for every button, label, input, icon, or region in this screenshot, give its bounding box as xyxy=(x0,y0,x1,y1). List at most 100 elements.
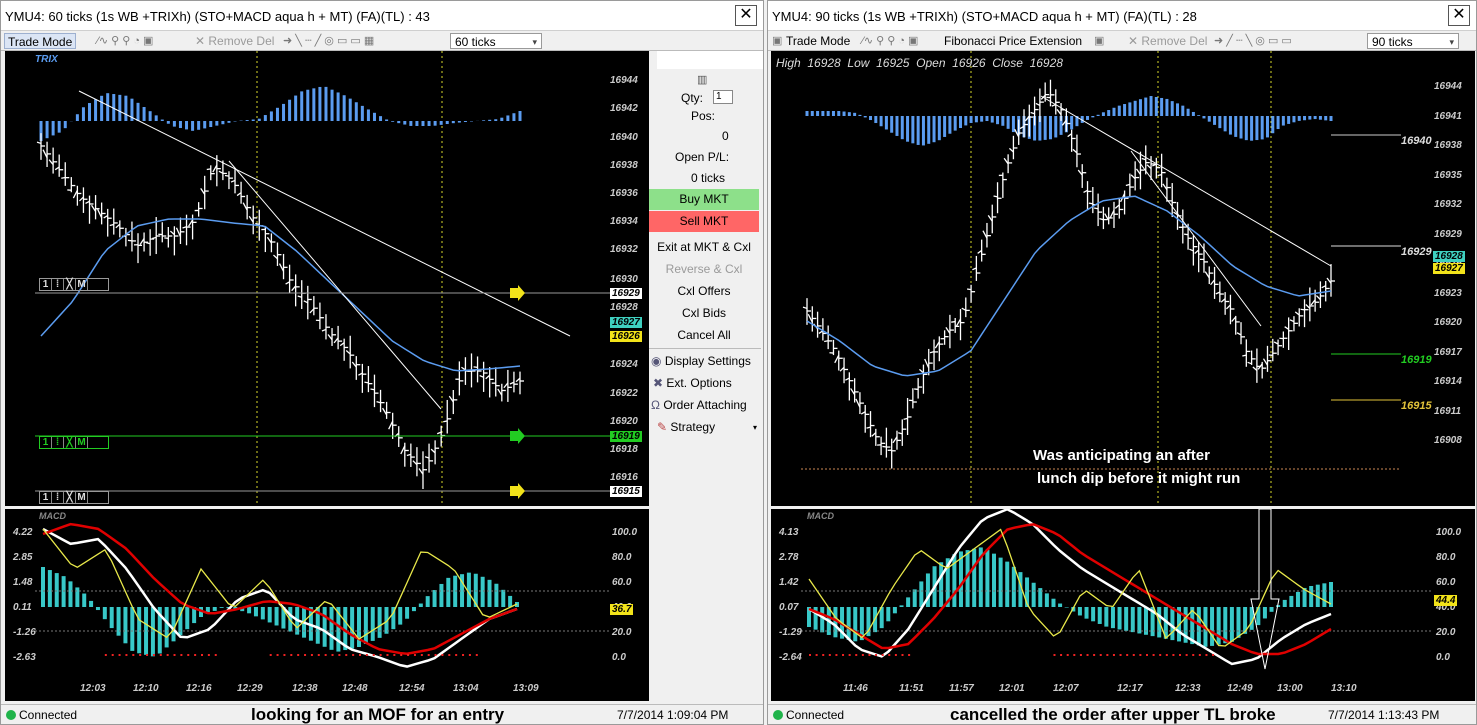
cursor-icon[interactable]: ▣ xyxy=(772,33,782,49)
interval-value: 90 ticks xyxy=(1372,35,1413,49)
buy-market-button[interactable]: Buy MKT xyxy=(649,189,759,210)
order-row[interactable]: 1 ⁞ ╳ M xyxy=(39,491,109,504)
signal-dot xyxy=(1079,654,1082,656)
signal-dot xyxy=(1185,654,1188,656)
interval-select[interactable]: 90 ticks ▾ xyxy=(1367,33,1459,49)
time-tick-label: 11:57 xyxy=(949,683,974,694)
signal-dot xyxy=(842,654,845,656)
signal-dot xyxy=(881,654,884,656)
osc-readout-tag: 44.4 xyxy=(1434,595,1458,606)
trix-histogram-bar xyxy=(1207,116,1211,122)
right-price-chart[interactable]: High 16928 Low 16925 Open 16926 Close 16… xyxy=(771,51,1475,506)
drawing-tools-icon[interactable]: ⁄∿ ⚲ ⚲ ◔ ▣ xyxy=(862,33,918,49)
snap-icon[interactable]: ▣ xyxy=(1094,33,1104,49)
line-tools-icon[interactable]: ➜ ╱ ┄ ╲ ◎ ▭ ▭ xyxy=(1214,33,1292,49)
order-row[interactable]: 1 ⁞ ╳ M xyxy=(39,436,109,449)
trade-mode-button[interactable]: Trade Mode xyxy=(4,33,77,49)
signal-dot xyxy=(372,654,375,656)
right-close-button[interactable]: ✕ xyxy=(1448,5,1470,26)
trix-histogram-bar xyxy=(57,121,61,133)
order-row[interactable]: 1 ⁞ ╳ M xyxy=(39,278,109,291)
signal-dot xyxy=(214,654,217,656)
signal-dot xyxy=(1119,654,1122,656)
signal-dot xyxy=(393,654,396,656)
order-arrow-icon xyxy=(510,483,525,499)
trix-histogram-bar xyxy=(185,121,189,130)
drawing-tools-icon[interactable]: ⁄∿ ⚲ ⚲ ◔ ▣ xyxy=(97,33,153,49)
cancel-bids-button[interactable]: Cxl Bids xyxy=(649,303,759,324)
signal-dot xyxy=(1152,654,1155,656)
signal-dot xyxy=(901,654,904,656)
price-tick-label: 16932 xyxy=(610,244,638,255)
price-tick-label: 16911 xyxy=(1434,405,1462,417)
ext-options-label: Ext. Options xyxy=(666,376,732,390)
macd-histogram-bar xyxy=(985,549,990,607)
macd-histogram-bar xyxy=(267,607,272,623)
trix-histogram-bar xyxy=(51,121,55,136)
trix-histogram-bar xyxy=(482,120,486,121)
open-label: Open xyxy=(916,56,946,70)
trendline xyxy=(78,90,571,337)
trix-histogram-bar xyxy=(1054,116,1058,138)
trendline xyxy=(1130,150,1262,327)
signal-dot xyxy=(290,654,293,656)
stochastic-line xyxy=(42,528,518,640)
trix-histogram-bar xyxy=(379,116,383,121)
remove-del-button[interactable]: ✕ Remove Del xyxy=(195,33,274,49)
left-toolbar: Trade Mode ⁄∿ ⚲ ⚲ ◔ ▣ ✕ Remove Del ➜ ╲ ┄… xyxy=(1,31,763,51)
signal-dot xyxy=(455,654,458,656)
trix-histogram-bar xyxy=(427,121,431,126)
left-status-bar: Connected looking for an MOF for an entr… xyxy=(1,704,763,724)
trix-histogram-bar xyxy=(221,121,225,125)
right-macd-chart[interactable]: MACD 4.13 2.78 1.42 0.07 -1.29 -2.64 100.0 80.0… xyxy=(771,509,1475,679)
strategy-button[interactable]: ✎ Strategy ▾ xyxy=(649,417,759,438)
reverse-cancel-button[interactable]: Reverse & Cxl xyxy=(649,259,759,280)
order-arrow-icon xyxy=(510,428,525,444)
fib-level-label: 16929 xyxy=(1401,246,1432,258)
ext-options-button[interactable]: ✖ Ext. Options xyxy=(649,373,759,394)
signal-dot xyxy=(828,654,831,656)
trix-histogram-bar xyxy=(1239,116,1243,139)
trix-histogram-bar xyxy=(1176,103,1180,116)
macd-histogram-bar xyxy=(212,607,217,611)
price-bar xyxy=(966,288,972,291)
cancel-all-button[interactable]: Cancel All xyxy=(649,325,759,346)
remove-del-button[interactable]: ✕ Remove Del xyxy=(1128,33,1207,49)
cancel-offers-button[interactable]: Cxl Offers xyxy=(649,281,759,302)
display-settings-button[interactable]: ◉ Display Settings xyxy=(649,351,759,372)
right-price-plot xyxy=(801,51,1401,506)
qty-stepper[interactable]: 1 xyxy=(713,90,733,104)
price-bar xyxy=(255,222,260,226)
time-tick-label: 12:16 xyxy=(186,683,212,694)
trix-histogram-bar xyxy=(1287,116,1291,124)
signal-dot xyxy=(180,654,183,656)
osc-left-tick: 0.11 xyxy=(13,602,32,613)
line-tools-icon[interactable]: ➜ ╲ ┄ ╱ ◎ ▭ ▭ ▦ xyxy=(283,33,374,49)
trix-histogram-bar xyxy=(985,116,989,122)
left-close-button[interactable]: ✕ xyxy=(735,5,757,26)
interval-select[interactable]: 60 ticks ▾ xyxy=(450,33,542,49)
trix-histogram-bar xyxy=(257,118,261,121)
signal-dot xyxy=(1073,654,1076,656)
left-macd-chart[interactable]: MACD 4.22 2.85 1.48 0.11 -1.26 -2.63 100.0 80.0… xyxy=(5,509,649,679)
trix-histogram-bar xyxy=(921,116,925,146)
macd-histogram-bar xyxy=(1295,591,1300,607)
order-attaching-button[interactable]: Ω Order Attaching xyxy=(649,395,759,416)
macd-histogram-bar xyxy=(919,581,924,607)
trix-histogram-bar xyxy=(166,121,170,124)
right-annotation-line-2: lunch dip before it might run xyxy=(1037,470,1241,487)
trix-histogram-bar xyxy=(1308,116,1312,120)
trix-histogram-bar xyxy=(154,115,158,121)
trix-histogram-bar xyxy=(911,116,915,144)
macd-histogram-bar xyxy=(480,576,485,607)
exit-market-cancel-button[interactable]: Exit at MKT & Cxl xyxy=(649,237,759,258)
trix-histogram-bar xyxy=(282,103,286,121)
right-title-bar: YMU4: 90 ticks (1s WB +TRIXh) (STO+MACD … xyxy=(768,1,1476,31)
sell-market-button[interactable]: Sell MKT xyxy=(649,211,759,232)
macd-histogram-bar xyxy=(1236,607,1241,638)
fibonacci-extension-button[interactable]: Fibonacci Price Extension xyxy=(944,33,1082,49)
left-price-chart[interactable]: TRIX 1 ⁞ ╳ M 1 ⁞ ╳ M 1 ⁞ ╳ M 16944 16942 16940 16938… xyxy=(5,51,649,506)
trix-histogram-bar xyxy=(837,111,841,116)
trade-mode-button[interactable]: Trade Mode xyxy=(786,33,850,49)
macd-histogram-bar xyxy=(1031,582,1036,607)
